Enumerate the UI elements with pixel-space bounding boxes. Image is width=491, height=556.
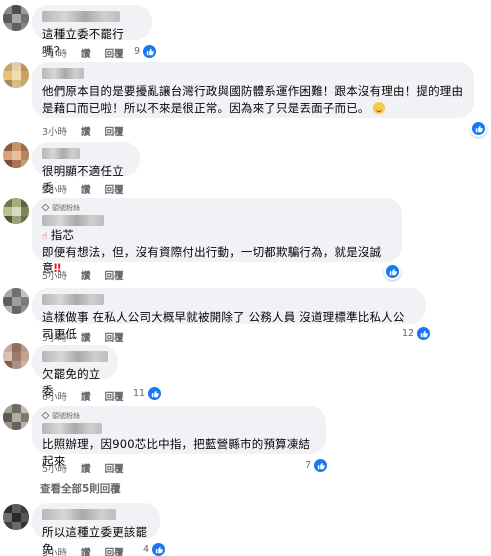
comment-meta: 5小時 讚 回覆 (42, 545, 124, 556)
reaction-count[interactable]: 4 (143, 543, 166, 556)
comment-time: 2小時 (42, 185, 68, 196)
comment-text: 他們原本目的是要擾亂讓台灣行政與國防體系運作困難！跟本沒有理由！提的理由是藉口而… (42, 84, 464, 115)
comment-meta: 5小時 讚 回覆 (42, 461, 124, 475)
comment-time: 5小時 (42, 49, 68, 60)
author-name[interactable] (42, 294, 104, 305)
comment-bubble: 頭號粉絲 比照辦理，因900芯比中指，把藍營縣市的預算凍結起來 (32, 406, 326, 468)
reaction-count[interactable]: 12 (402, 327, 431, 340)
like-button[interactable]: 讚 (81, 124, 91, 138)
reply-button[interactable]: 回覆 (105, 389, 124, 403)
comment-meta: 5小時 讚 回覆 (42, 330, 124, 344)
avatar[interactable] (3, 288, 29, 314)
smile-emoji-icon (373, 102, 386, 114)
like-reaction-icon (148, 387, 162, 400)
comment-meta: 2小時 讚 回覆 (42, 182, 124, 196)
comment-bubble: 這樣做事 在私人公司大概早就被開除了 公務人員 沒道理標準比私人公司更低 (32, 288, 426, 341)
comment-bubble: 很明顯不適任立委 (32, 142, 140, 195)
pointing-up-icon: ☝ (42, 232, 48, 242)
like-reaction-icon (472, 122, 485, 135)
reply-button[interactable]: 回覆 (105, 182, 124, 196)
author-name[interactable] (42, 509, 116, 520)
reaction-count[interactable]: 9 (134, 45, 157, 58)
author-name[interactable] (42, 423, 102, 434)
like-reaction-icon (143, 45, 157, 58)
reply-button[interactable]: 回覆 (105, 268, 124, 282)
comment-bubble: 他們原本目的是要擾亂讓台灣行政與國防體系運作困難！跟本沒有理由！提的理由是藉口而… (32, 62, 474, 118)
author-name[interactable] (42, 68, 84, 79)
top-fan-badge: 頭號粉絲 (41, 410, 316, 421)
like-button[interactable]: 讚 (81, 268, 91, 282)
reaction-count[interactable] (470, 120, 487, 137)
like-reaction-icon (152, 543, 166, 556)
top-fan-badge: 頭號粉絲 (41, 202, 392, 213)
comment-time: 5小時 (42, 464, 68, 475)
view-all-replies-link[interactable]: 查看全部5則回覆 (40, 481, 121, 496)
reply-button[interactable]: 回覆 (105, 330, 124, 344)
comment-time: 5小時 (42, 333, 68, 344)
comment-bubble: 欠罷免的立委 (32, 345, 118, 398)
like-reaction-icon (386, 265, 399, 278)
like-button[interactable]: 讚 (81, 545, 91, 556)
author-name[interactable] (42, 11, 120, 22)
comment-time: 5小時 (42, 548, 68, 556)
avatar[interactable] (3, 504, 29, 530)
comment-bubble: 這種立委不罷行嗎？ (32, 5, 152, 58)
like-button[interactable]: 讚 (81, 182, 91, 196)
avatar[interactable] (3, 5, 29, 31)
avatar[interactable] (3, 142, 29, 168)
comment-time: 5小時 (42, 271, 68, 282)
comment-meta: 3小時 讚 回覆 (42, 124, 124, 138)
avatar[interactable] (3, 198, 29, 224)
reply-button[interactable]: 回覆 (105, 46, 124, 60)
like-button[interactable]: 讚 (81, 46, 91, 60)
comment-time: 6小時 (42, 392, 68, 403)
reaction-count[interactable]: 7 (305, 459, 328, 472)
author-name[interactable] (42, 351, 108, 362)
reply-button[interactable]: 回覆 (105, 124, 124, 138)
like-button[interactable]: 讚 (81, 461, 91, 475)
reaction-count[interactable]: 11 (133, 387, 162, 400)
comment-bubble: 頭號粉絲 ☝ 指芯 即便有想法，但，沒有資際付出行動，一切都欺騙行為，就是沒誠意‼ (32, 198, 402, 275)
like-reaction-icon (417, 327, 431, 340)
comment-time: 3小時 (42, 127, 68, 138)
like-button[interactable]: 讚 (81, 330, 91, 344)
diamond-icon (41, 411, 50, 420)
author-name[interactable] (42, 215, 104, 226)
reply-button[interactable]: 回覆 (105, 461, 124, 475)
like-reaction-icon (314, 459, 328, 472)
comment-bubble: 所以這種立委更該罷免 (32, 503, 160, 556)
author-name[interactable] (42, 148, 80, 159)
avatar[interactable] (3, 343, 29, 369)
avatar[interactable] (3, 62, 29, 88)
reply-button[interactable]: 回覆 (105, 545, 124, 556)
reaction-count[interactable] (384, 263, 401, 280)
comment-meta: 6小時 讚 回覆 (42, 389, 124, 403)
diamond-icon (41, 203, 50, 212)
comment-meta: 5小時 讚 回覆 (42, 46, 124, 60)
avatar[interactable] (3, 404, 29, 430)
comment-meta: 5小時 讚 回覆 (42, 268, 124, 282)
quoted-text: ☝ 指芯 (42, 228, 75, 242)
like-button[interactable]: 讚 (81, 389, 91, 403)
